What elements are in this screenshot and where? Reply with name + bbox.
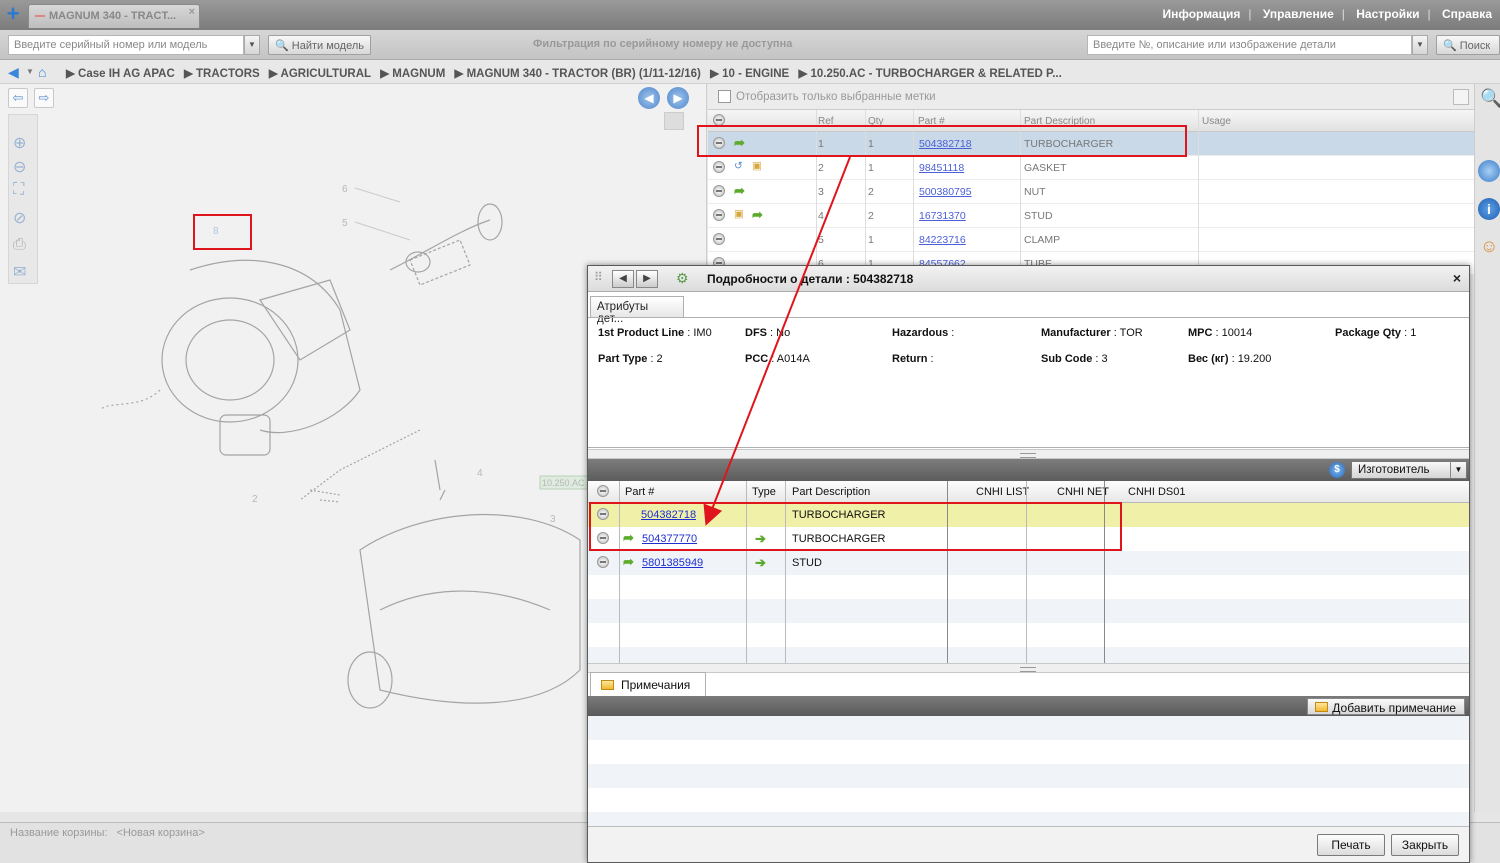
annotation-arrow	[703, 156, 851, 526]
